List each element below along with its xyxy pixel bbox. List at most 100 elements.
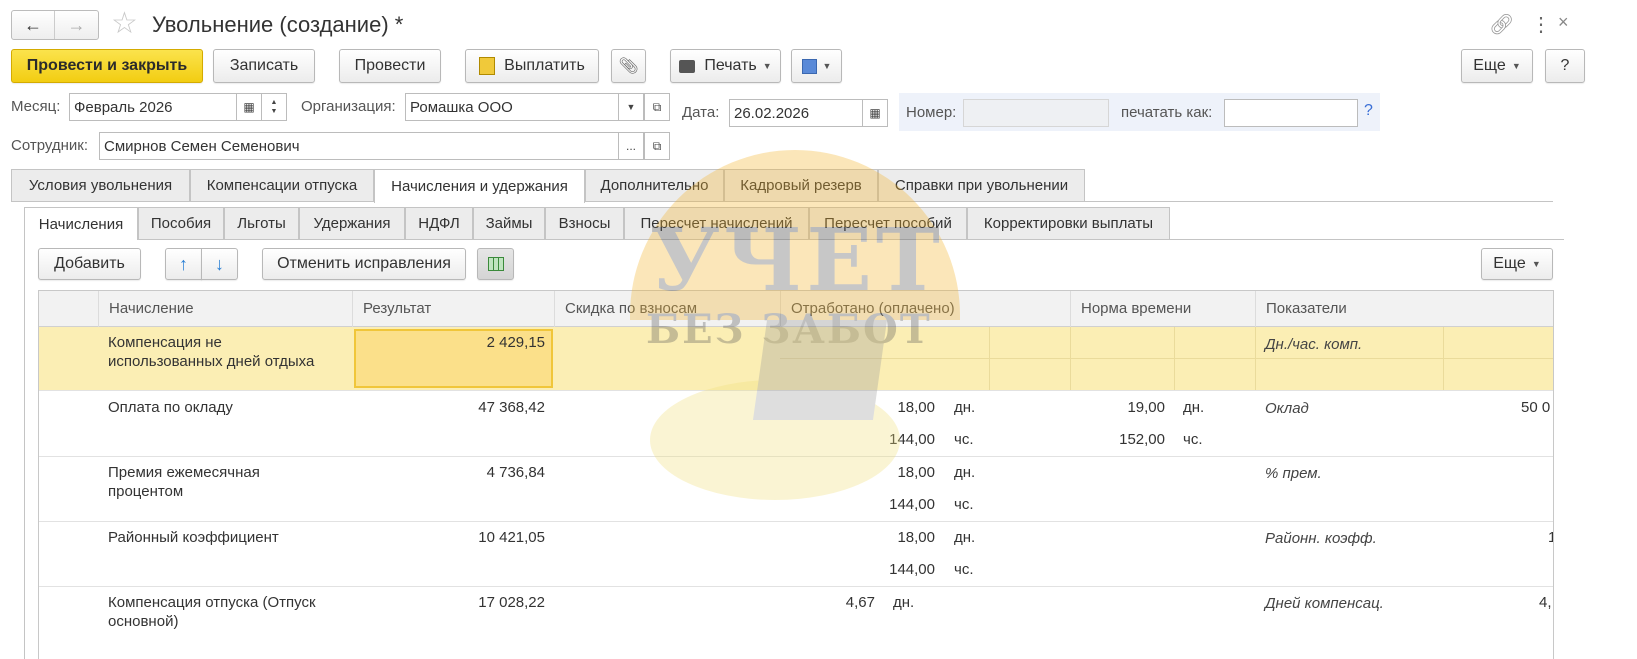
col-worked[interactable]: Отработано (оплачено): [780, 291, 1070, 327]
accrual-name: Оплата по окладу: [108, 399, 233, 416]
worked-hours-unit: чс.: [954, 431, 974, 448]
favorite-star-icon[interactable]: ☆: [111, 6, 138, 42]
subtab-recalc-accruals[interactable]: Пересчет начислений: [624, 207, 809, 239]
col-contribution-discount[interactable]: Скидка по взносам: [554, 291, 780, 327]
documents-icon: [801, 58, 817, 74]
printer-icon: [679, 59, 696, 73]
indicator-name: Оклад: [1265, 400, 1309, 417]
tab-vacation-compensation[interactable]: Компенсации отпуска: [190, 169, 374, 201]
attach-button[interactable]: 📎︎: [611, 49, 646, 83]
worked-days: 18,00: [897, 529, 935, 546]
accrual-name: Компенсация отпуска (Отпуск: [108, 594, 316, 611]
subtab-accruals[interactable]: Начисления: [24, 207, 138, 240]
link-icon[interactable]: 🔗︎: [1489, 12, 1514, 37]
help-button[interactable]: ?: [1545, 49, 1585, 83]
move-down-button[interactable]: ↓: [201, 248, 238, 280]
subtab-deductions[interactable]: Удержания: [299, 207, 405, 239]
worked-days-unit: дн.: [954, 529, 976, 546]
employee-field[interactable]: Смирнов Семен Семенович: [99, 132, 619, 160]
result-value: 10 421,05: [478, 529, 545, 546]
worked-hours: 144,00: [889, 561, 935, 578]
print-button[interactable]: Печать ▼: [670, 49, 781, 83]
table-row-divider: [989, 327, 990, 390]
indicator-name: Дней компенсац.: [1265, 595, 1384, 612]
menu-dots-icon[interactable]: ⋮: [1531, 12, 1551, 37]
month-field[interactable]: Февраль 2026: [69, 93, 237, 121]
print-label: Печать: [704, 57, 757, 74]
subtab-payment-corrections[interactable]: Корректировки выплаты: [967, 207, 1170, 239]
more-button[interactable]: Еще ▼: [1461, 49, 1533, 83]
subtab-loans[interactable]: Займы: [473, 207, 545, 239]
forward-arrow-icon[interactable]: →: [55, 11, 98, 39]
tab-dismissal-conditions[interactable]: Условия увольнения: [11, 169, 190, 201]
norm-days-unit: дн.: [1183, 399, 1205, 416]
print-as-field[interactable]: [1224, 99, 1358, 127]
pay-button[interactable]: Выплатить: [465, 49, 599, 83]
subtab-recalc-benefits[interactable]: Пересчет пособий: [809, 207, 967, 239]
calendar-icon[interactable]: ▦: [236, 93, 262, 121]
table-row-divider: [1174, 327, 1175, 390]
post-button[interactable]: Провести: [339, 49, 441, 83]
subtab-privileges[interactable]: Льготы: [224, 207, 299, 239]
tab-dismissal-certificates[interactable]: Справки при увольнении: [878, 169, 1085, 201]
select-button[interactable]: ...: [618, 132, 644, 160]
result-value: 17 028,22: [478, 594, 545, 611]
tabs-baseline: [11, 201, 1553, 202]
result-value: 47 368,42: [478, 399, 545, 416]
arrow-up-icon: ↑: [179, 253, 188, 274]
col-result[interactable]: Результат: [352, 291, 554, 327]
accrual-name: Премия ежемесячная: [108, 464, 260, 481]
employee-label: Сотрудник:: [11, 137, 89, 154]
organization-field[interactable]: Ромашка ООО: [405, 93, 619, 121]
tab-hr-reserve[interactable]: Кадровый резерв: [724, 169, 878, 201]
month-label: Месяц:: [11, 98, 61, 115]
tab-additional[interactable]: Дополнительно: [585, 169, 724, 201]
subtab-ndfl[interactable]: НДФЛ: [405, 207, 473, 239]
number-label: Номер:: [906, 104, 957, 121]
chevron-down-icon: ▼: [1511, 61, 1521, 71]
table-row[interactable]: Компенсация отпуска (Отпуск основной) 17…: [39, 587, 1553, 659]
organization-label: Организация:: [301, 98, 396, 115]
col-indicators[interactable]: Показатели: [1255, 291, 1553, 327]
move-up-button[interactable]: ↑: [165, 248, 202, 280]
table-row[interactable]: Районный коэффициент 10 421,05 18,00 дн.…: [39, 522, 1553, 586]
add-button[interactable]: Добавить: [38, 248, 141, 280]
post-and-close-button[interactable]: Провести и закрыть: [11, 49, 203, 83]
indicator-value: 4,: [1539, 594, 1552, 611]
calendar-icon[interactable]: ▦: [862, 99, 888, 127]
table-row[interactable]: Компенсация не использованных дней отдых…: [39, 327, 1553, 390]
create-based-on-button[interactable]: ▼: [791, 49, 842, 83]
arrow-down-icon: ↓: [215, 253, 224, 274]
number-field[interactable]: [963, 99, 1109, 127]
table-more-button[interactable]: Еще ▼: [1481, 248, 1553, 280]
worked-days: 4,67: [845, 594, 875, 611]
worked-days: 18,00: [897, 464, 935, 481]
norm-hours: 152,00: [1119, 431, 1165, 448]
table-settings-button[interactable]: [477, 248, 514, 280]
month-stepper[interactable]: ▲ ▼: [261, 93, 287, 121]
table-row-divider: [1443, 327, 1444, 390]
worked-hours-unit: чс.: [954, 561, 974, 578]
paperclip-icon: 📎︎: [618, 58, 639, 75]
close-icon[interactable]: ×: [1558, 12, 1569, 33]
tab-accruals-deductions[interactable]: Начисления и удержания: [374, 169, 585, 203]
table-row[interactable]: Оплата по окладу 47 368,42 18,00 дн. 144…: [39, 391, 1553, 456]
chevron-down-icon[interactable]: ▼: [618, 93, 644, 121]
col-time-norm[interactable]: Норма времени: [1070, 291, 1255, 327]
cancel-corrections-button[interactable]: Отменить исправления: [262, 248, 466, 280]
date-field[interactable]: 26.02.2026: [729, 99, 863, 127]
open-icon[interactable]: ⧉: [644, 93, 670, 121]
worked-hours: 144,00: [889, 431, 935, 448]
worked-days: 18,00: [897, 399, 935, 416]
col-accrual[interactable]: Начисление: [98, 291, 352, 327]
save-button[interactable]: Записать: [213, 49, 315, 83]
date-label: Дата:: [682, 104, 720, 121]
open-icon[interactable]: ⧉: [644, 132, 670, 160]
accrual-name-line2: процентом: [108, 483, 184, 500]
table-row[interactable]: Премия ежемесячная процентом 4 736,84 18…: [39, 457, 1553, 521]
subtab-contributions[interactable]: Взносы: [545, 207, 624, 239]
pay-label: Выплатить: [504, 57, 585, 74]
subtab-benefits[interactable]: Пособия: [138, 207, 224, 239]
help-link[interactable]: ?: [1364, 102, 1373, 120]
back-arrow-icon[interactable]: ←: [12, 11, 56, 39]
